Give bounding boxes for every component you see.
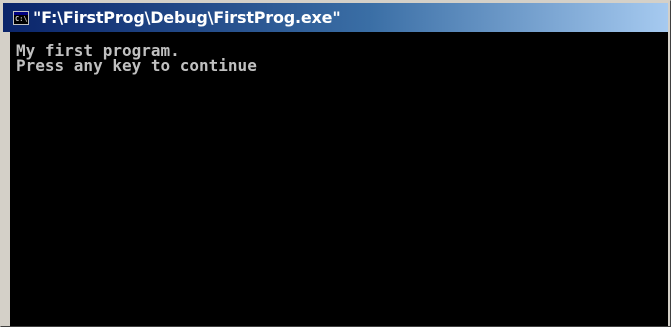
console-window-icon[interactable]: C:\ [13, 10, 29, 25]
console-line: Press any key to continue [16, 56, 257, 75]
title-bar[interactable]: C:\ "F:\FirstProg\Debug\FirstProg.exe" [3, 3, 668, 32]
console-output-area[interactable]: My first program. Press any key to conti… [10, 32, 668, 326]
icon-prompt-glyph: C:\ [15, 14, 28, 23]
window-title: "F:\FirstProg\Debug\FirstProg.exe" [33, 8, 341, 27]
console-window: C:\ "F:\FirstProg\Debug\FirstProg.exe" M… [0, 0, 671, 327]
